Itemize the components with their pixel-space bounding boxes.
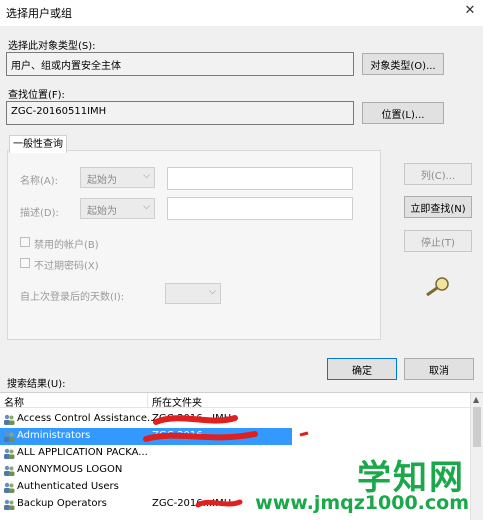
row-name: ALL APPLICATION PACKA... — [17, 447, 148, 458]
user-group-icon — [4, 414, 15, 425]
user-group-icon — [4, 431, 15, 442]
name-match-value: 起始为 — [87, 175, 117, 186]
chevron-down-icon: ⌵ — [209, 287, 216, 297]
watermark-url: www.jmqz1000.com — [255, 492, 469, 514]
scroll-thumb[interactable] — [473, 407, 481, 447]
object-types-button[interactable]: 对象类型(O)... — [362, 53, 444, 75]
row-name: ANONYMOUS LOGON — [17, 464, 123, 475]
row-name: Backup Operators — [17, 498, 107, 509]
cancel-button[interactable]: 取消 — [404, 358, 474, 380]
find-now-button[interactable]: 立即查找(N) — [404, 196, 472, 218]
user-group-icon — [4, 465, 15, 476]
row-name: Access Control Assistance... — [17, 413, 157, 424]
description-match-combo[interactable]: 起始为 ⌵ — [80, 198, 155, 219]
chevron-down-icon: ⌵ — [143, 171, 150, 181]
disabled-accounts-checkbox[interactable] — [20, 237, 30, 247]
location-field: ZGC-20160511IMH — [6, 101, 354, 125]
results-header: 名称 所在文件夹 — [0, 393, 470, 409]
row-name: Administrators — [17, 430, 91, 441]
days-since-logon-combo[interactable]: ⌵ — [165, 283, 221, 304]
name-label: 名称(A): — [20, 176, 59, 187]
search-magnifier-icon — [426, 277, 449, 297]
tab-common-queries[interactable]: 一般性查询 — [9, 135, 67, 153]
user-group-icon — [4, 482, 15, 493]
column-divider — [147, 393, 148, 407]
description-label: 描述(D): — [20, 208, 59, 219]
title-bar — [0, 0, 483, 26]
stop-button[interactable]: 停止(T) — [404, 230, 472, 252]
user-group-icon — [4, 499, 15, 510]
ok-button[interactable]: 确定 — [327, 358, 397, 380]
row-name: Authenticated Users — [17, 481, 119, 492]
close-icon[interactable]: ✕ — [462, 3, 478, 19]
window-title: 选择用户或组 — [6, 7, 72, 20]
chevron-down-icon: ⌵ — [143, 202, 150, 212]
non-expiring-password-label: 不过期密码(X) — [34, 261, 99, 272]
scroll-up-icon[interactable]: ▲ — [473, 395, 479, 404]
non-expiring-password-checkbox[interactable] — [20, 258, 30, 268]
disabled-accounts-label: 禁用的帐户(B) — [34, 240, 99, 251]
description-input[interactable] — [167, 197, 353, 220]
column-header-name[interactable]: 名称 — [4, 394, 24, 409]
name-input[interactable] — [167, 167, 353, 190]
location-label: 查找位置(F): — [8, 90, 65, 101]
results-scrollbar[interactable]: ▲ — [470, 393, 483, 520]
description-match-value: 起始为 — [87, 206, 117, 217]
columns-button[interactable]: 列(C)... — [404, 163, 472, 185]
user-group-icon — [4, 448, 15, 459]
object-type-label: 选择此对象类型(S): — [8, 41, 96, 52]
locations-button[interactable]: 位置(L)... — [362, 102, 444, 124]
name-match-combo[interactable]: 起始为 ⌵ — [80, 167, 155, 188]
object-type-field: 用户、组或内置安全主体 — [6, 52, 354, 76]
search-results-label: 搜索结果(U): — [7, 379, 66, 390]
column-header-folder[interactable]: 所在文件夹 — [152, 394, 202, 409]
days-since-logon-label: 自上次登录后的天数(I): — [20, 292, 125, 303]
